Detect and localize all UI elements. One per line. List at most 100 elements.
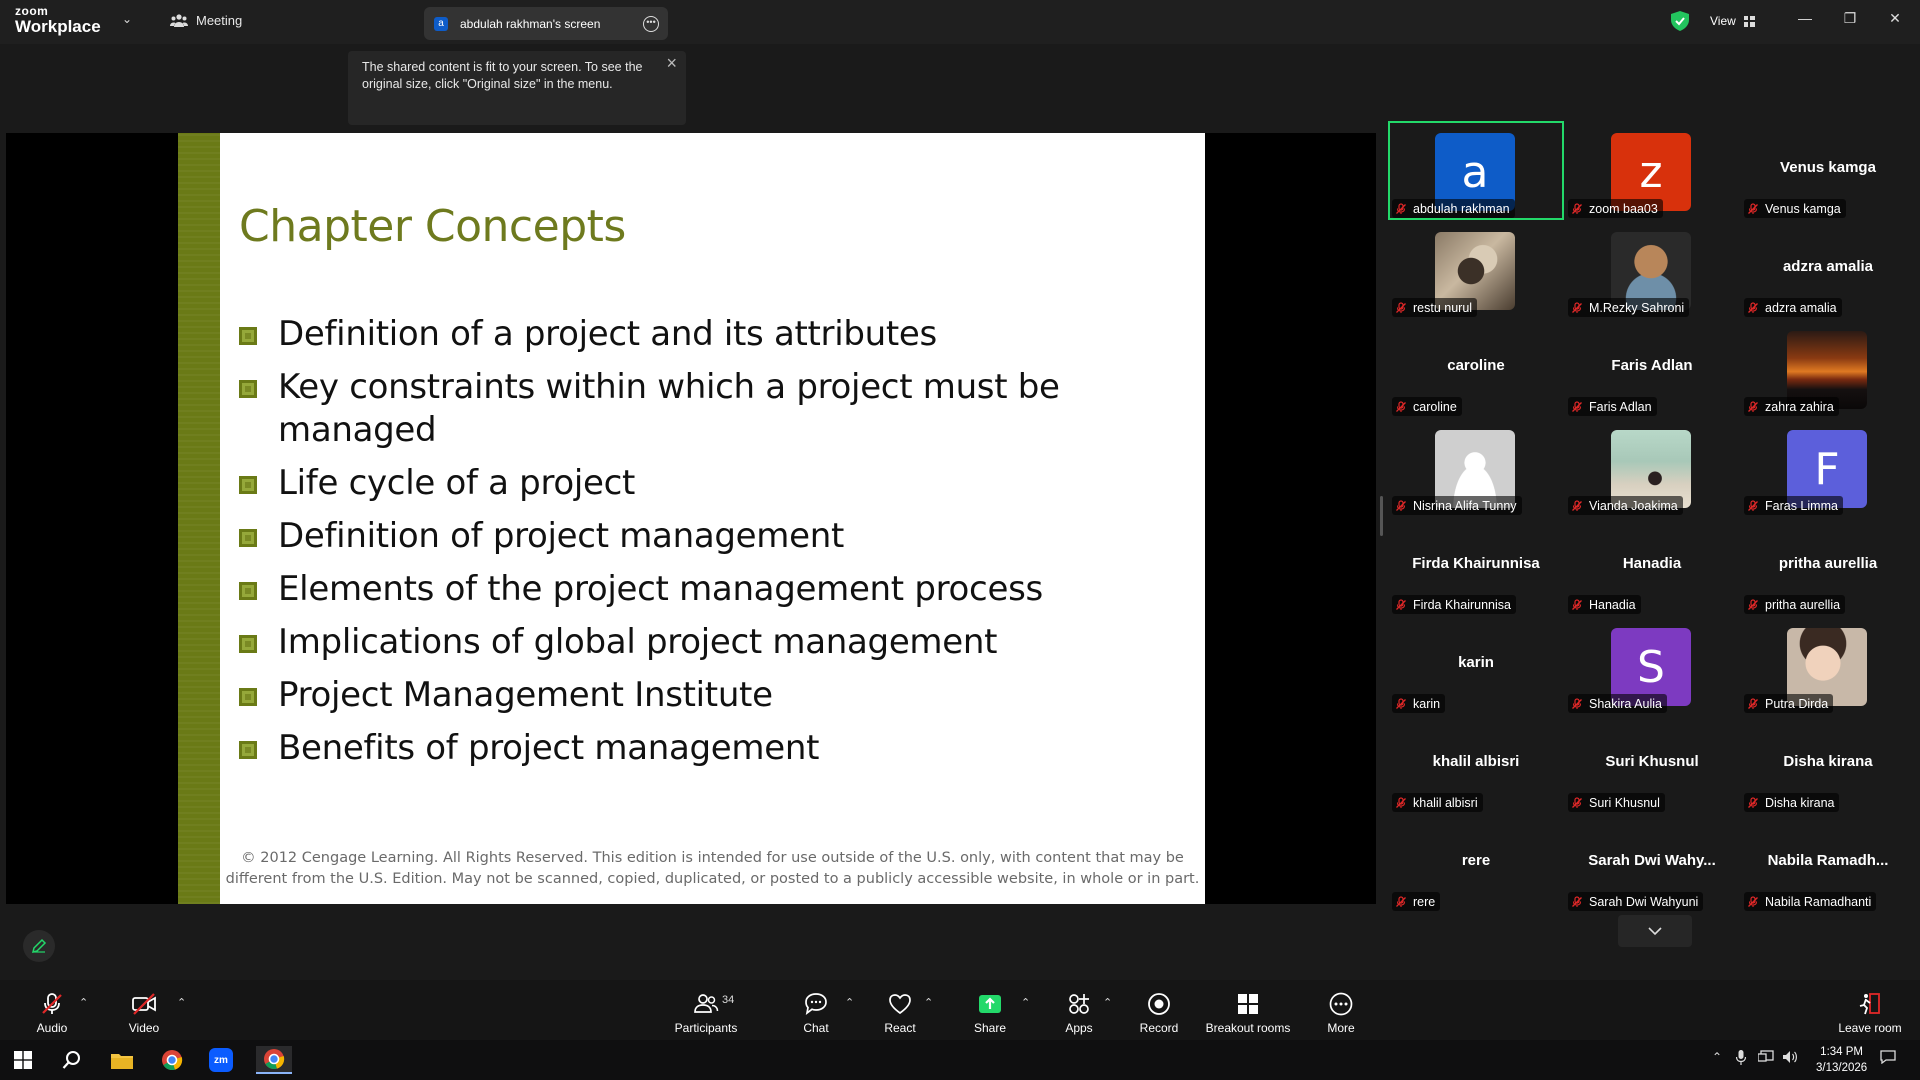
apps-icon bbox=[1069, 994, 1089, 1014]
view-button[interactable]: View bbox=[1698, 9, 1768, 33]
muted-mic-icon bbox=[1748, 697, 1758, 709]
panel-resize-handle[interactable] bbox=[1380, 496, 1383, 536]
react-options-caret-icon[interactable]: ⌃ bbox=[924, 996, 933, 1009]
participant-tile[interactable]: adzra amalia adzra amalia bbox=[1740, 220, 1916, 319]
audio-options-caret-icon[interactable]: ⌃ bbox=[79, 996, 88, 1009]
participant-tile[interactable]: Nabila Ramadh... Nabila Ramadhanti bbox=[1740, 814, 1916, 913]
participant-tile[interactable]: S Shakira Aulia bbox=[1564, 616, 1740, 715]
muted-mic-icon bbox=[1572, 598, 1582, 610]
grid-view-icon bbox=[1743, 15, 1755, 27]
participant-name: pritha aurellia bbox=[1765, 597, 1841, 612]
muted-mic-icon bbox=[1396, 895, 1406, 907]
participant-tile[interactable]: Nisrina Alifa Tunny bbox=[1388, 418, 1564, 517]
participant-name-label: Nisrina Alifa Tunny bbox=[1392, 496, 1522, 515]
participant-name: karin bbox=[1413, 696, 1441, 711]
breakout-rooms-button[interactable]: Breakout rooms bbox=[1204, 980, 1292, 1040]
participant-tile[interactable]: khalil albisri khalil albisri bbox=[1388, 715, 1564, 814]
participant-display-name: Nabila Ramadh... bbox=[1767, 852, 1889, 869]
sharer-avatar: a bbox=[434, 16, 448, 31]
participant-tile[interactable]: Putra Dirda bbox=[1740, 616, 1916, 715]
video-button[interactable]: Video bbox=[128, 980, 160, 1040]
more-button[interactable]: More bbox=[1325, 980, 1357, 1040]
participant-tile[interactable]: Disha kirana Disha kirana bbox=[1740, 715, 1916, 814]
zoom-app-icon[interactable]: zm bbox=[206, 1046, 236, 1074]
file-explorer-icon[interactable] bbox=[107, 1046, 137, 1074]
slide-bullet: Benefits of project management bbox=[239, 727, 1139, 770]
video-off-icon bbox=[132, 993, 156, 1015]
system-clock[interactable]: 1:34 PM 3/13/2026 bbox=[1816, 1044, 1867, 1076]
record-button[interactable]: Record bbox=[1139, 980, 1179, 1040]
participant-tile[interactable]: Faris Adlan Faris Adlan bbox=[1564, 319, 1740, 418]
participant-tile[interactable]: caroline caroline bbox=[1388, 319, 1564, 418]
minimize-icon[interactable]: — bbox=[1795, 10, 1815, 26]
participant-tile[interactable]: F Faras Limma bbox=[1740, 418, 1916, 517]
apps-button[interactable]: Apps bbox=[1063, 980, 1095, 1040]
heart-icon bbox=[889, 994, 911, 1015]
slide-bullet: Elements of the project management proce… bbox=[239, 568, 1139, 611]
notifications-icon[interactable] bbox=[1880, 1050, 1896, 1067]
microphone-tray-icon[interactable] bbox=[1735, 1050, 1747, 1068]
chrome-active-icon[interactable] bbox=[256, 1046, 292, 1074]
slide-bullet: Key constraints within which a project m… bbox=[239, 366, 1139, 452]
zoom-workplace-logo[interactable]: zoom Workplace bbox=[15, 5, 101, 35]
muted-mic-icon bbox=[1748, 499, 1758, 511]
chevron-down-icon[interactable]: ⌄ bbox=[122, 12, 132, 26]
participant-tile[interactable]: Firda Khairunnisa Firda Khairunnisa bbox=[1388, 517, 1564, 616]
participant-tile[interactable]: Vianda Joakima bbox=[1564, 418, 1740, 517]
windows-start-icon[interactable] bbox=[8, 1046, 38, 1074]
record-label: Record bbox=[1139, 1021, 1179, 1035]
volume-tray-icon[interactable] bbox=[1782, 1050, 1798, 1067]
muted-mic-icon bbox=[1748, 301, 1758, 313]
leave-room-button[interactable]: Leave room bbox=[1838, 980, 1902, 1040]
search-icon[interactable] bbox=[57, 1046, 87, 1074]
muted-mic-icon bbox=[1572, 400, 1582, 412]
participant-tile[interactable]: Sarah Dwi Wahy... Sarah Dwi Wahyuni bbox=[1564, 814, 1740, 913]
restore-window-icon[interactable]: ❐ bbox=[1840, 10, 1860, 27]
apps-options-caret-icon[interactable]: ⌃ bbox=[1103, 996, 1112, 1009]
close-window-icon[interactable]: ✕ bbox=[1885, 10, 1905, 27]
share-button[interactable]: Share bbox=[974, 980, 1006, 1040]
participant-name-label: karin bbox=[1392, 694, 1446, 713]
participant-tile[interactable]: restu nurul bbox=[1388, 220, 1564, 319]
network-tray-icon[interactable] bbox=[1757, 1050, 1774, 1067]
muted-mic-icon bbox=[1396, 202, 1406, 214]
slide-title: Chapter Concepts bbox=[239, 201, 626, 252]
participant-tile[interactable]: M.Rezky Sahroni bbox=[1564, 220, 1740, 319]
encryption-shield-icon[interactable] bbox=[1671, 11, 1689, 31]
participant-name-label: Venus kamga bbox=[1744, 199, 1846, 218]
participants-count: 34 bbox=[722, 994, 735, 1006]
share-options-caret-icon[interactable]: ⌃ bbox=[1021, 996, 1030, 1009]
participants-button[interactable]: Participants bbox=[674, 980, 738, 1040]
tab-shared-screen[interactable]: a abdulah rakhman's screen ••• bbox=[424, 7, 668, 40]
participant-tile[interactable]: rere rere bbox=[1388, 814, 1564, 913]
breakout-rooms-label: Breakout rooms bbox=[1205, 1021, 1291, 1035]
participant-display-name: khalil albisri bbox=[1432, 753, 1520, 770]
video-options-caret-icon[interactable]: ⌃ bbox=[177, 996, 186, 1009]
muted-mic-icon bbox=[1748, 202, 1758, 214]
chat-button[interactable]: Chat bbox=[800, 980, 832, 1040]
annotate-button[interactable] bbox=[23, 930, 55, 962]
participant-tile[interactable]: Suri Khusnul Suri Khusnul bbox=[1564, 715, 1740, 814]
react-button[interactable]: React bbox=[884, 980, 916, 1040]
chrome-icon[interactable] bbox=[157, 1046, 187, 1074]
tab-meeting[interactable]: Meeting bbox=[170, 12, 242, 28]
participant-tile[interactable]: zahra zahira bbox=[1740, 319, 1916, 418]
participant-name-label: Firda Khairunnisa bbox=[1392, 595, 1516, 614]
close-icon[interactable]: × bbox=[666, 54, 677, 72]
participant-tile[interactable]: a abdulah rakhman bbox=[1388, 121, 1564, 220]
gallery-next-page-button[interactable] bbox=[1618, 915, 1692, 947]
participant-name: khalil albisri bbox=[1413, 795, 1478, 810]
more-options-icon[interactable]: ••• bbox=[643, 16, 659, 32]
participant-tile[interactable]: Hanadia Hanadia bbox=[1564, 517, 1740, 616]
apps-label: Apps bbox=[1065, 1021, 1093, 1035]
tray-overflow-chevron-icon[interactable]: ⌃ bbox=[1712, 1050, 1722, 1064]
participant-tile[interactable]: pritha aurellia pritha aurellia bbox=[1740, 517, 1916, 616]
chat-options-caret-icon[interactable]: ⌃ bbox=[845, 996, 854, 1009]
audio-label: Audio bbox=[36, 1021, 68, 1035]
audio-button[interactable]: Audio bbox=[36, 980, 68, 1040]
participant-tile[interactable]: z zoom baa03 bbox=[1564, 121, 1740, 220]
muted-mic-icon bbox=[1572, 796, 1582, 808]
participant-display-name: karin bbox=[1458, 654, 1494, 671]
participant-tile[interactable]: karin karin bbox=[1388, 616, 1564, 715]
participant-tile[interactable]: Venus kamga Venus kamga bbox=[1740, 121, 1916, 220]
